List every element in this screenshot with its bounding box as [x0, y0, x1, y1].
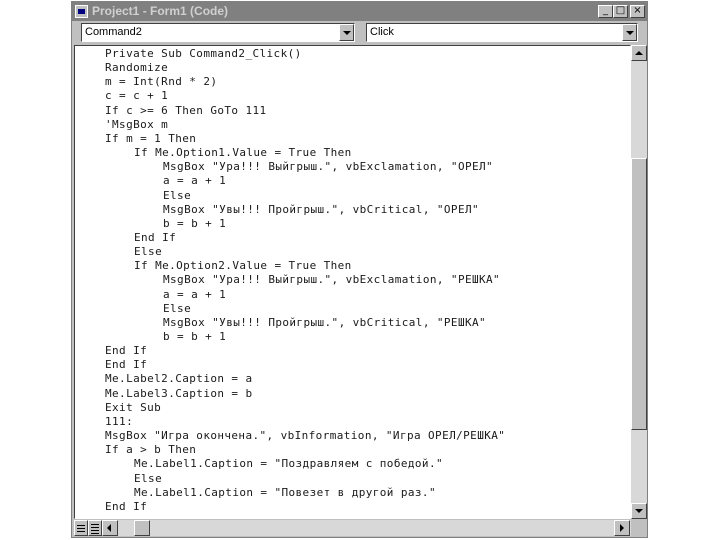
object-combo[interactable]: Command2 — [81, 23, 355, 42]
code-line[interactable]: MsgBox "Игра окончена.", vbInformation, … — [105, 429, 505, 442]
code-line[interactable]: b = b + 1 — [163, 217, 226, 230]
code-line[interactable]: Me.Label2.Caption = a — [105, 372, 252, 385]
object-combo-value: Command2 — [85, 26, 142, 38]
code-line[interactable]: End If — [105, 358, 147, 371]
vertical-scrollbar[interactable] — [631, 45, 647, 519]
code-line[interactable]: 111: — [105, 415, 133, 428]
code-line[interactable]: c = c + 1 — [105, 89, 168, 102]
code-line[interactable]: Else — [163, 302, 191, 315]
code-line[interactable]: Else — [163, 189, 191, 202]
maximize-button[interactable]: □ — [613, 5, 628, 18]
vb-code-icon — [75, 5, 88, 18]
size-grip — [631, 520, 647, 536]
vertical-scroll-thumb[interactable] — [631, 158, 647, 430]
code-line[interactable]: Else — [134, 245, 162, 258]
code-line[interactable]: Me.Label3.Caption = b — [105, 387, 252, 400]
procedure-combo[interactable]: Click — [366, 23, 638, 42]
code-line[interactable]: If m = 1 Then — [105, 132, 196, 145]
code-line[interactable]: End If — [134, 231, 176, 244]
code-window: Project1 - Form1 (Code) _ □ × Command2 C… — [71, 1, 648, 538]
code-line[interactable]: a = a + 1 — [163, 174, 226, 187]
code-line[interactable]: MsgBox "Ура!!! Выйгрыш.", vbExclamation,… — [163, 273, 500, 286]
code-line[interactable]: Else — [134, 472, 162, 485]
scroll-right-button[interactable] — [614, 520, 630, 536]
code-line[interactable]: Me.Label1.Caption = "Поздравляем с побед… — [134, 457, 443, 470]
code-line[interactable]: If Me.Option1.Value = True Then — [134, 146, 352, 159]
code-line[interactable]: If Me.Option2.Value = True Then — [134, 259, 352, 272]
title-bar[interactable]: Project1 - Form1 (Code) _ □ × — [72, 2, 647, 21]
code-line[interactable]: Private Sub Command2_Click() — [105, 47, 302, 60]
scroll-up-button[interactable] — [631, 45, 647, 61]
code-line[interactable]: Exit Sub — [105, 401, 161, 414]
horizontal-scroll-area — [74, 520, 631, 536]
close-button[interactable]: × — [630, 5, 645, 18]
code-line[interactable]: End If — [105, 344, 147, 357]
code-line[interactable]: Me.Label1.Caption = "Повезет в другой ра… — [134, 486, 436, 499]
code-line[interactable]: m = Int(Rnd * 2) — [105, 75, 217, 88]
code-line[interactable]: If a > b Then — [105, 443, 196, 456]
minimize-button[interactable]: _ — [598, 5, 613, 18]
scroll-down-button[interactable] — [631, 503, 647, 519]
code-line[interactable]: If c >= 6 Then GoTo 111 — [105, 104, 267, 117]
horizontal-scroll-thumb[interactable] — [134, 520, 150, 536]
code-line[interactable]: MsgBox "Ура!!! Выйгрыш.", vbExclamation,… — [163, 160, 493, 173]
chevron-down-icon[interactable] — [339, 24, 354, 41]
code-line[interactable]: 'MsgBox m — [105, 118, 168, 131]
full-module-view-button[interactable] — [88, 520, 102, 536]
code-line[interactable]: End If — [105, 500, 147, 513]
code-line[interactable]: MsgBox "Увы!!! Пройгрыш.", vbCritical, "… — [163, 316, 486, 329]
code-line[interactable]: MsgBox "Увы!!! Пройгрыш.", vbCritical, "… — [163, 203, 479, 216]
code-editor[interactable]: Private Sub Command2_Click() Randomize m =… — [74, 45, 631, 519]
scroll-left-button[interactable] — [102, 520, 118, 536]
window-title: Project1 - Form1 (Code) — [92, 4, 229, 18]
code-line[interactable]: Randomize — [105, 61, 168, 74]
procedure-combo-value: Click — [370, 26, 394, 38]
code-line[interactable]: b = b + 1 — [163, 330, 226, 343]
chevron-down-icon[interactable] — [622, 24, 637, 41]
procedure-view-button[interactable] — [74, 520, 88, 536]
code-line[interactable]: a = a + 1 — [163, 288, 226, 301]
